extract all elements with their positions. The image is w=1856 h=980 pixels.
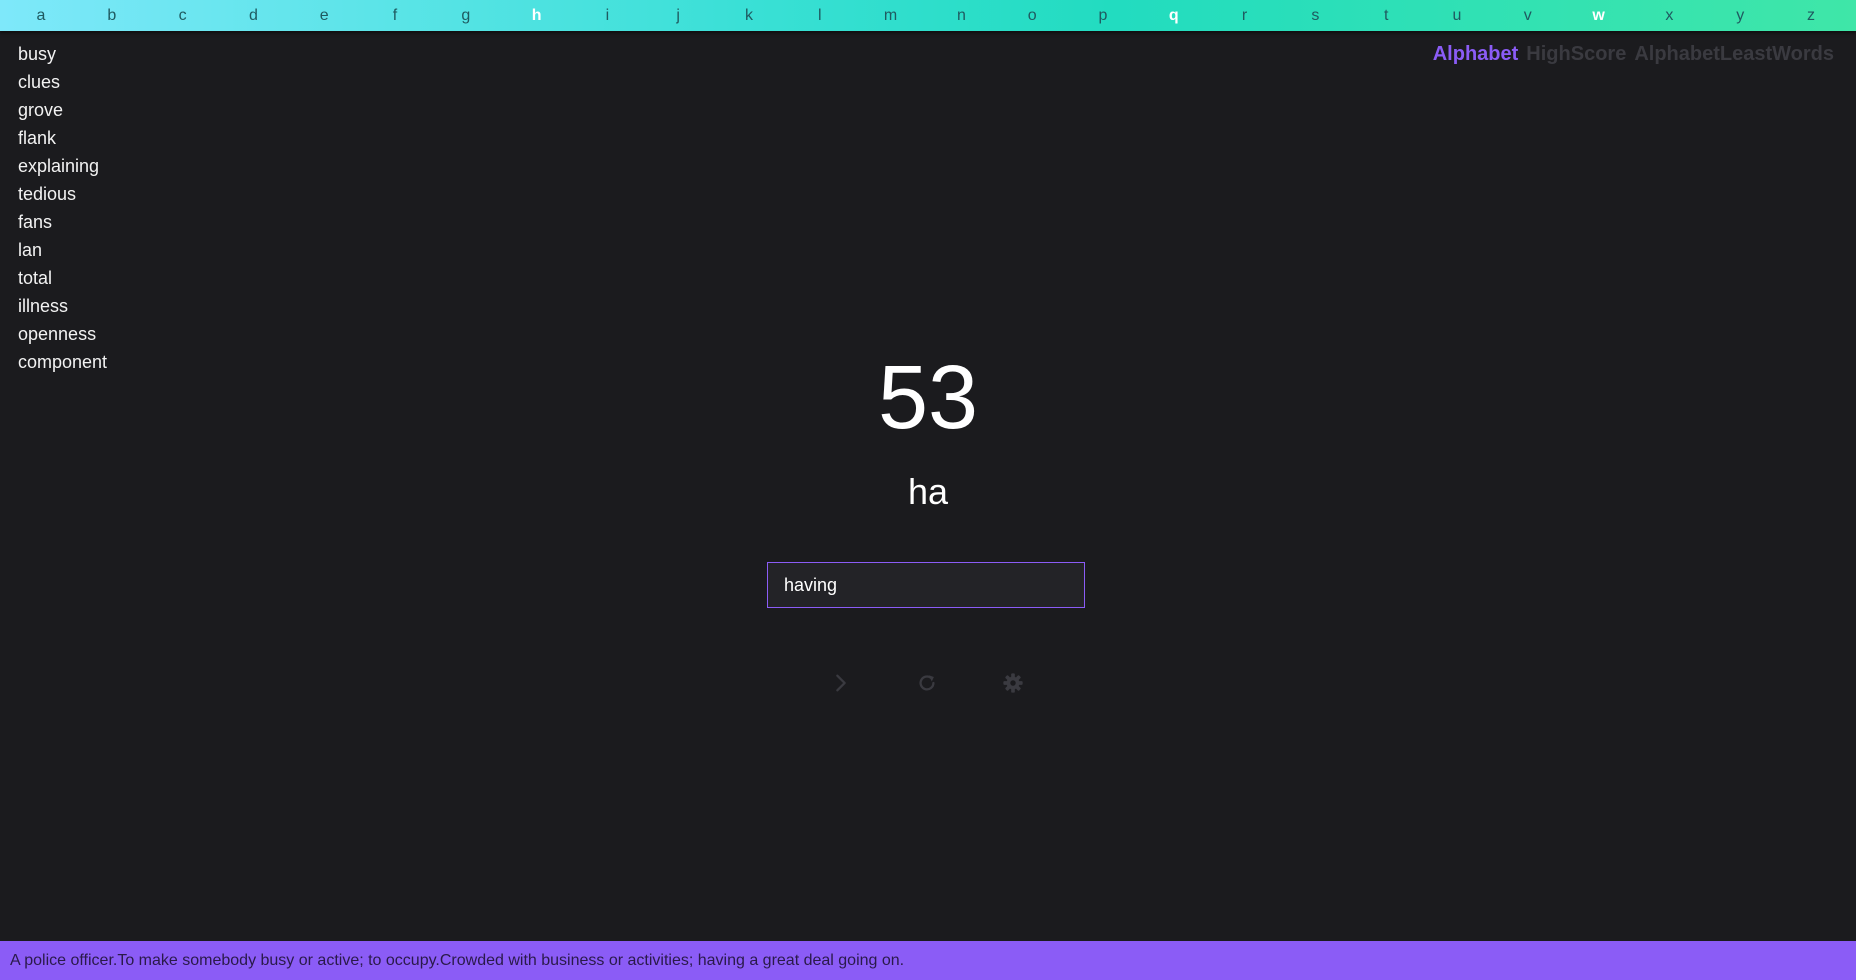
- letter-f[interactable]: f: [380, 6, 410, 26]
- letter-y[interactable]: y: [1725, 6, 1755, 26]
- controls-row: [0, 668, 1856, 698]
- alphabet-bar: a b c d e f g h i j k l m n o p q r s t u v w x y z: [0, 0, 1856, 31]
- word-list-item: grove: [18, 100, 64, 120]
- found-words-list: busy clues grove flank explaining tedious fans…: [18, 40, 107, 376]
- next-button[interactable]: [826, 668, 856, 698]
- letter-g[interactable]: g: [451, 6, 481, 26]
- word-list-item: flank: [18, 128, 57, 148]
- letter-m[interactable]: m: [876, 6, 906, 26]
- current-prefix: ha: [907, 471, 949, 512]
- game-page: a b c d e f g h i j k l m n o p q r s t u v w x y z busy clues grov…: [0, 0, 1856, 980]
- letter-q[interactable]: q: [1159, 6, 1189, 26]
- word-list-item: clues: [18, 72, 61, 92]
- letter-l[interactable]: l: [805, 6, 835, 26]
- letter-o[interactable]: o: [1017, 6, 1047, 26]
- word-list-item: openness: [18, 324, 97, 344]
- word-list-item: tedious: [18, 184, 77, 204]
- refresh-icon: [919, 675, 935, 691]
- word-input[interactable]: [767, 562, 1085, 608]
- word-list-item: explaining: [18, 156, 100, 176]
- score-counter: 53: [877, 348, 979, 448]
- letter-u[interactable]: u: [1442, 6, 1472, 26]
- letter-c[interactable]: c: [168, 6, 198, 26]
- letter-k[interactable]: k: [734, 6, 764, 26]
- word-list-item: lan: [18, 240, 43, 260]
- letter-b[interactable]: b: [97, 6, 127, 26]
- letter-s[interactable]: s: [1300, 6, 1330, 26]
- letter-e[interactable]: e: [309, 6, 339, 26]
- word-list-item: fans: [18, 212, 53, 232]
- gear-icon: [1003, 673, 1023, 693]
- letter-w[interactable]: w: [1584, 6, 1614, 26]
- letter-z[interactable]: z: [1796, 6, 1826, 26]
- letter-r[interactable]: r: [1230, 6, 1260, 26]
- word-list-item: illness: [18, 296, 69, 316]
- letter-i[interactable]: i: [592, 6, 622, 26]
- word-list-item: total: [18, 268, 53, 288]
- letter-v[interactable]: v: [1513, 6, 1543, 26]
- letter-p[interactable]: p: [1088, 6, 1118, 26]
- mode-highscore[interactable]: HighScore: [1526, 42, 1626, 66]
- letter-d[interactable]: d: [238, 6, 268, 26]
- restart-button[interactable]: [912, 668, 942, 698]
- word-list-item: busy: [18, 44, 57, 64]
- letter-n[interactable]: n: [946, 6, 976, 26]
- letter-h[interactable]: h: [522, 6, 552, 26]
- letter-j[interactable]: j: [663, 6, 693, 26]
- letter-a[interactable]: a: [26, 6, 56, 26]
- mode-alphabet[interactable]: Alphabet: [1433, 42, 1519, 66]
- settings-button[interactable]: [998, 668, 1028, 698]
- mode-nav: Alphabet HighScore AlphabetLeastWords: [1433, 42, 1834, 66]
- chevron-right-icon: [836, 674, 846, 692]
- letter-x[interactable]: x: [1654, 6, 1684, 26]
- letter-t[interactable]: t: [1371, 6, 1401, 26]
- definition-bar: A police officer.To make somebody busy o…: [0, 941, 1856, 980]
- mode-alphabet-least-words[interactable]: AlphabetLeastWords: [1634, 42, 1834, 66]
